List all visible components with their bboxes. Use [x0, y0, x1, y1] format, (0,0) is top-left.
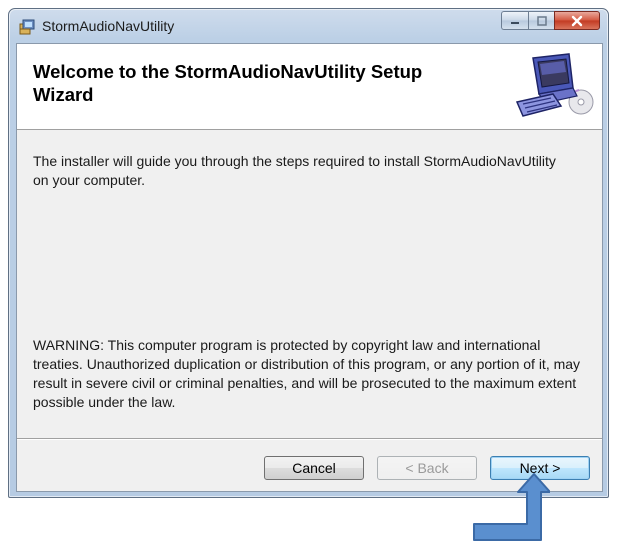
close-icon	[571, 15, 583, 26]
window-title: StormAudioNavUtility	[42, 18, 175, 34]
wizard-header: Welcome to the StormAudioNavUtility Setu…	[17, 44, 602, 130]
wizard-title: Welcome to the StormAudioNavUtility Setu…	[33, 61, 423, 105]
cancel-button[interactable]: Cancel	[264, 456, 364, 480]
minimize-icon	[511, 21, 519, 24]
maximize-icon	[536, 15, 547, 26]
back-button[interactable]: < Back	[377, 456, 477, 480]
copyright-warning-text: WARNING: This computer program is protec…	[33, 337, 581, 410]
installer-package-icon	[18, 18, 36, 36]
minimize-button[interactable]	[501, 11, 528, 30]
setup-wizard-window: StormAudioNavUtility Welcome to the Stor…	[8, 8, 609, 498]
intro-text: The installer will guide you through the…	[33, 153, 556, 188]
computer-with-cd-icon	[509, 50, 597, 124]
footer-divider	[17, 438, 602, 440]
arrow-pointing-up-icon	[470, 472, 551, 544]
wizard-client-area: Welcome to the StormAudioNavUtility Setu…	[16, 43, 603, 492]
title-bar[interactable]: StormAudioNavUtility	[9, 9, 608, 43]
caption-buttons	[501, 11, 600, 33]
close-button[interactable]	[554, 11, 600, 30]
maximize-button[interactable]	[528, 11, 554, 30]
